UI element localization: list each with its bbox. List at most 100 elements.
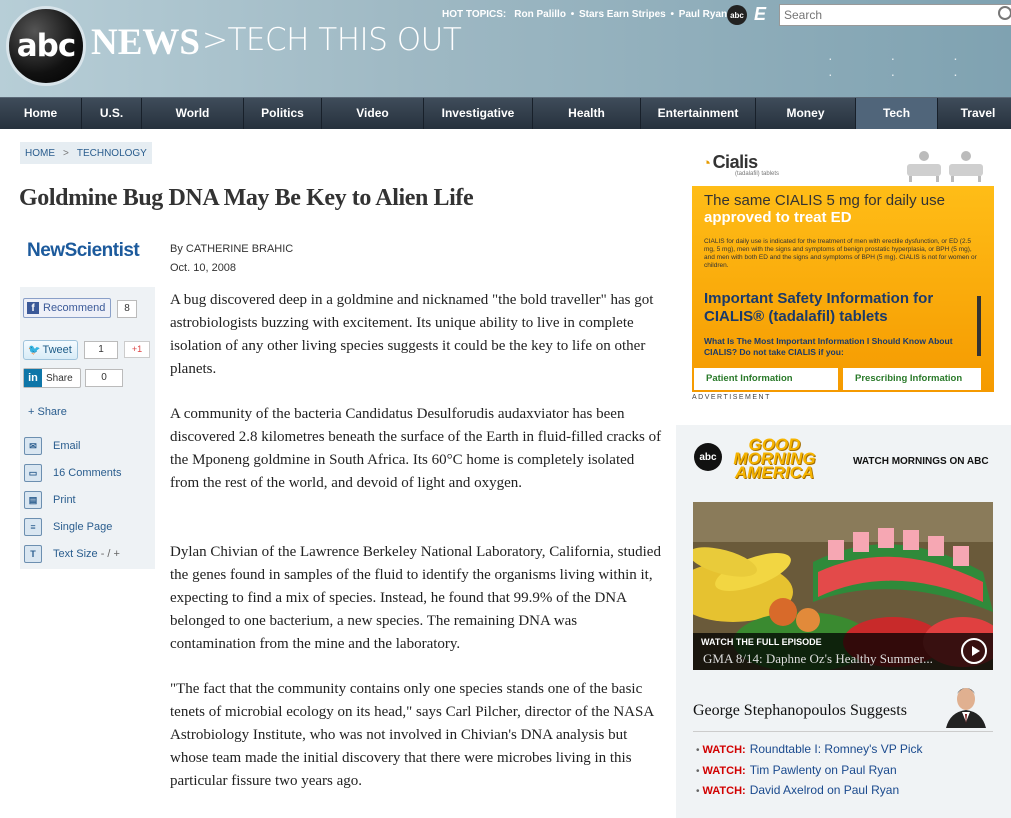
suggestion-title[interactable]: David Axelrod on Paul Ryan [750,783,899,797]
linkedin-share-button[interactable]: in Share [23,368,81,388]
single-page-link[interactable]: ≡ Single Page [24,518,112,536]
facebook-count: 8 [117,300,137,318]
article-paragraph: A bug discovered deep in a goldmine and … [170,292,654,377]
article-paragraph: "The fact that the community contains on… [170,681,654,789]
nav-item-us[interactable]: U.S. [82,98,142,129]
advertisement-label: ADVERTISEMENT [692,394,771,401]
gma-video-thumbnail[interactable]: WATCH THE FULL EPISODE GMA 8/14: Daphne … [693,502,993,670]
gma-abc-logo[interactable]: abc [694,443,722,471]
facebook-recommend-label: Recommend [43,302,106,314]
gma-watch-link[interactable]: WATCH MORNINGS ON ABC [853,456,989,467]
abc-logo-text: abc [16,28,76,64]
nav-item-politics[interactable]: Politics [244,98,322,129]
cialis-subtitle: (tadalafil) tablets [735,171,780,177]
comments-label: 16 Comments [53,467,122,479]
print-icon: ▤ [24,491,42,509]
linkedin-count: 0 [85,369,123,387]
watch-label: WATCH: [702,785,746,797]
article-headline: Goldmine Bug DNA May Be Key to Alien Lif… [19,185,474,211]
article-paragraph: Dylan Chivian of the Lawrence Berkeley N… [170,544,661,652]
play-icon[interactable] [961,638,987,664]
gma-episode-caption[interactable]: GMA 8/14: Daphne Oz's Healthy Summer... [703,651,933,667]
hot-topic-link[interactable]: Ron Palillo [514,9,566,20]
newscientist-logo[interactable]: NewScientist [27,240,140,262]
nav-item-video[interactable]: Video [322,98,424,129]
suggestion-link[interactable]: • WATCH: Roundtable I: Romney's VP Pick [696,742,923,756]
article-paragraph: A community of the bacteria Candidatus D… [170,406,662,491]
espn-e-icon[interactable]: E [754,5,772,23]
breadcrumb-technology[interactable]: TECHNOLOGY [77,148,147,159]
ad-patient-info-tab[interactable]: Patient Information [694,368,838,390]
ad-question: What Is The Most Important Information I… [704,336,953,357]
email-link[interactable]: ✉ Email [24,437,81,455]
hot-topic-link[interactable]: Paul Ryan [679,9,727,20]
news-brand[interactable]: NEWS [91,21,200,64]
breadcrumb: HOME > TECHNOLOGY [20,142,152,164]
cialis-mark-icon: ◔ [702,155,711,172]
nav-item-world[interactable]: World [142,98,244,129]
share-more-link[interactable]: + Share [28,406,67,418]
nav-item-home[interactable]: Home [0,98,82,129]
nav-item-health[interactable]: Health [533,98,641,129]
share-sidebar: f Recommend 8 🐦 Tweet 1 +1 in Share 0 + Sha… [20,287,155,569]
watch-full-episode-label[interactable]: WATCH THE FULL EPISODE [701,637,822,647]
cialis-logo: ◔ Cialis [702,152,758,173]
bathtubs-illustration [907,151,983,182]
ad-headline-2: approved to treat ED [704,209,852,226]
abc-logo[interactable]: abc [6,6,86,86]
comment-icon: ▭ [24,464,42,482]
george-stephanopoulos-photo [940,682,992,728]
bullet-icon: • [696,786,700,797]
suggestion-title[interactable]: Roundtable I: Romney's VP Pick [750,742,923,756]
watch-label: WATCH: [702,765,746,777]
ad-headline-1: The same CIALIS 5 mg for daily use [704,192,945,209]
tweet-button[interactable]: 🐦 Tweet [23,340,78,360]
section-title[interactable]: >TECH THIS OUT [202,22,462,58]
email-label: Email [53,440,81,452]
nav-item-tech[interactable]: Tech [856,98,938,129]
article-byline: By CATHERINE BRAHIC [170,243,294,255]
text-size-label: Text Size [53,548,98,560]
text-size-control[interactable]: T Text Size - / + [24,545,120,563]
ad-header: ◔ Cialis (tadalafil) tablets [692,142,994,186]
suggestion-title[interactable]: Tim Pawlenty on Paul Ryan [750,763,897,777]
tweet-label: Tweet [42,344,72,356]
suggestion-link[interactable]: • WATCH: David Axelrod on Paul Ryan [696,783,899,797]
facebook-icon: f [27,302,39,314]
twitter-bird-icon: 🐦 [28,344,41,356]
linkedin-icon: in [24,369,42,387]
linkedin-share-label: Share [46,372,73,384]
search-icon[interactable] [998,6,1011,20]
gma-caption-bar: WATCH THE FULL EPISODE GMA 8/14: Daphne … [693,633,993,670]
text-size-buttons[interactable]: - / + [101,548,120,560]
tweet-count: 1 [84,341,118,359]
abc-mini-icon[interactable]: abc [727,5,747,25]
ad-small-print: CIALIS for daily use is indicated for th… [704,238,977,269]
google-plus-button[interactable]: +1 [124,341,150,358]
breadcrumb-home[interactable]: HOME [25,148,55,159]
breadcrumb-separator: > [63,147,69,159]
cialis-advertisement[interactable]: ◔ Cialis (tadalafil) tablets The same CIA… [692,142,994,392]
text-size-icon: T [24,545,42,563]
divider [693,731,993,732]
suggestion-link[interactable]: • WATCH: Tim Pawlenty on Paul Ryan [696,763,897,777]
ad-scrollbar[interactable] [977,296,981,356]
ad-prescribing-info-tab[interactable]: Prescribing Information [843,368,981,390]
gma-module: abc GOOD MORNING AMERICA WATCH MORNINGS … [676,425,1011,818]
print-label: Print [53,494,76,506]
hot-topic-link[interactable]: Stars Earn Stripes [579,9,666,20]
cialis-brand: Cialis [712,152,759,172]
nav-item-travel[interactable]: Travel [938,98,1011,129]
article-date: Oct. 10, 2008 [170,262,237,274]
single-page-icon: ≡ [24,518,42,536]
header-decoration: · · · · · · [828,50,985,82]
nav-item-entertainment[interactable]: Entertainment [641,98,756,129]
nav-item-investigative[interactable]: Investigative [424,98,533,129]
search-input[interactable] [779,4,1011,26]
nav-item-money[interactable]: Money [756,98,856,129]
good-morning-america-logo[interactable]: GOOD MORNING AMERICA [722,436,827,481]
print-link[interactable]: ▤ Print [24,491,76,509]
comments-link[interactable]: ▭ 16 Comments [24,464,121,482]
facebook-recommend-button[interactable]: f Recommend [23,298,111,318]
hot-topics: HOT TOPICS: Ron Palillo • Stars Earn Stri… [442,9,728,20]
